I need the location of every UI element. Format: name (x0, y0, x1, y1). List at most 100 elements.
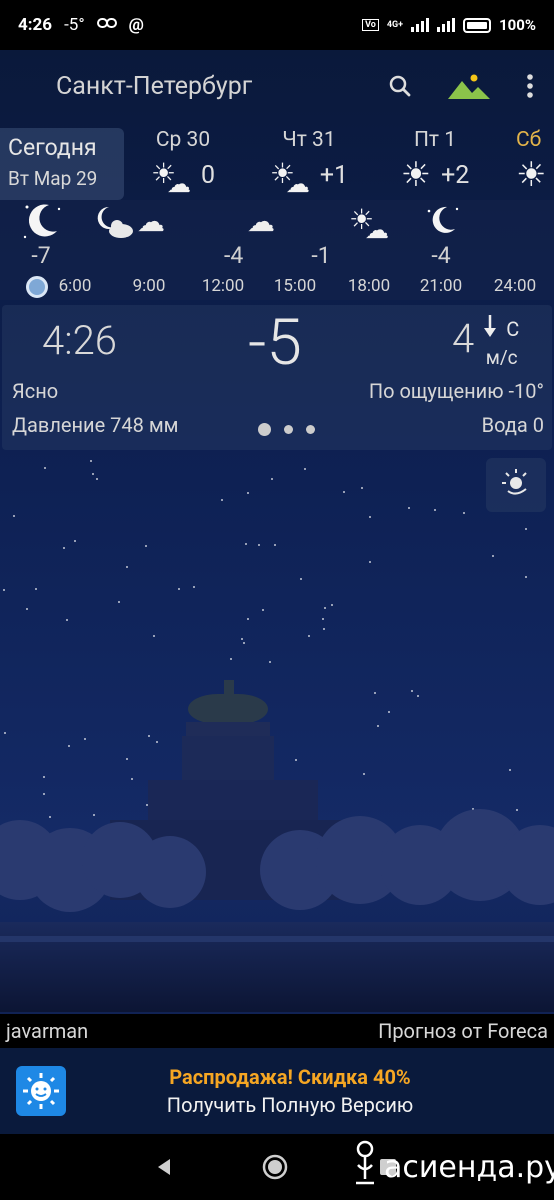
star (178, 588, 180, 590)
day-tabs: Сегодня Вт Мар 29 Ср 30 ☀ ☁ 0 Чт 31 ☀ ☁ +1… (0, 128, 554, 200)
hour-time: 18:00 (347, 276, 391, 296)
star (35, 588, 37, 590)
forecast-provider[interactable]: Прогноз от Foreca (378, 1019, 548, 1043)
wind-speed: 4 (452, 315, 475, 362)
star (126, 566, 128, 568)
day-temp: +2 (441, 160, 470, 190)
tab-day-thu[interactable]: Чт 31 ☀ ☁ +1 (254, 128, 364, 198)
tab-today[interactable]: Сегодня Вт Мар 29 (0, 128, 124, 200)
watermark: асиенда.ру (352, 1139, 554, 1195)
hour-time: 15:00 (273, 276, 317, 296)
link-icon (96, 17, 117, 33)
star (434, 509, 436, 511)
credits-bar: javarman Прогноз от Foreca (0, 1014, 554, 1048)
water-temp: Вода 0 (481, 413, 544, 437)
wind-unit: м/с (485, 346, 518, 369)
landscape-icon[interactable] (448, 73, 490, 99)
weather-screen: 4:26 -5° @ Vo 4G+ 100% Санкт-Петербург С… (0, 0, 554, 1200)
hour-temp: -7 (31, 242, 51, 269)
city-landscape-image (0, 680, 554, 1012)
current-conditions[interactable]: 4:26 -5 4 С м/с Ясно По ощущению -10° Да… (2, 305, 552, 450)
search-icon[interactable] (388, 74, 412, 98)
star (63, 547, 65, 549)
day-name: Чт 31 (282, 128, 336, 152)
home-icon[interactable] (262, 1154, 288, 1180)
star (118, 601, 120, 603)
star (193, 586, 195, 588)
at-sign-icon: @ (128, 15, 144, 35)
star (26, 608, 28, 610)
star (13, 515, 15, 517)
tab-day-wed[interactable]: Ср 30 ☀ ☁ 0 (128, 128, 238, 198)
volte-icon: Vo (362, 19, 379, 31)
hourly-forecast[interactable]: -7 ☁ -4 ☁ ☀ -1 ☀☁ -4 6 (0, 200, 554, 300)
star (324, 607, 326, 609)
current-time: 4:26 (42, 317, 117, 364)
promo-banner[interactable]: Распродажа! Скидка 40% Получить Полную В… (0, 1048, 554, 1134)
star (3, 589, 5, 591)
star (492, 555, 494, 557)
status-temp: -5° (64, 15, 85, 35)
moon-stars-icon (4, 200, 78, 242)
city-title[interactable]: Санкт-Петербург (56, 72, 252, 101)
sun-radar-icon (500, 467, 532, 503)
star (322, 618, 324, 620)
star (145, 545, 147, 547)
more-vert-icon[interactable] (526, 73, 534, 99)
hour-time: 6:00 (58, 276, 92, 296)
star (331, 604, 333, 606)
hour-item: ☁ -4 (114, 200, 243, 272)
sun-icon: ☀ (516, 155, 547, 192)
app-sun-icon (16, 1066, 66, 1116)
tab-day-sat[interactable]: Сб ☀ (516, 128, 554, 192)
battery-level: 100% (499, 16, 536, 34)
star (274, 544, 276, 546)
wind-arrow-icon (484, 315, 497, 342)
star (258, 544, 260, 546)
star (300, 578, 302, 580)
day-name: Пт 1 (413, 128, 457, 152)
star (90, 460, 92, 462)
feels-like: По ощущению -10° (368, 379, 544, 403)
star (463, 512, 465, 514)
sun-cloud-icon: ☀ ☁ (269, 157, 310, 198)
tab-day-fri[interactable]: Пт 1 ☀ +2 (380, 128, 490, 192)
watermark-logo-icon (352, 1139, 378, 1195)
status-bar: 4:26 -5° @ Vo 4G+ 100% (0, 0, 554, 50)
star (247, 492, 249, 494)
hour-temp (332, 242, 406, 272)
sun-cloud-icon: ☀ ☁ (150, 157, 191, 198)
promo-subtitle: Получить Полную Версию (166, 1093, 414, 1117)
hour-temp: -4 (224, 242, 244, 269)
radar-button[interactable] (486, 458, 546, 512)
wind-info: 4 С м/с (452, 315, 519, 369)
star (304, 468, 306, 470)
signal-icon-2 (437, 18, 456, 32)
current-temp: -5 (248, 305, 302, 380)
day-name: Ср 30 (155, 128, 211, 152)
star (74, 540, 76, 542)
wind-direction: С (506, 316, 520, 341)
star (308, 635, 310, 637)
current-time-marker (26, 276, 48, 298)
back-icon[interactable] (156, 1158, 172, 1176)
star (153, 635, 155, 637)
hour-time: 24:00 (493, 276, 537, 296)
star (525, 528, 527, 530)
star (243, 642, 245, 644)
star (245, 543, 247, 545)
star (343, 491, 345, 493)
star (361, 487, 363, 489)
star (221, 499, 223, 501)
hour-item: ☀ ☁ (332, 200, 406, 272)
page-indicator[interactable] (258, 423, 315, 436)
moon-stars-icon (404, 200, 478, 242)
sun-icon: ☀ (400, 155, 432, 195)
photo-author[interactable]: javarman (6, 1019, 88, 1043)
star (241, 638, 243, 640)
day-name: Сб (516, 128, 542, 152)
star (271, 478, 273, 480)
hour-temp: -4 (431, 242, 451, 269)
hour-item: -7 (4, 200, 78, 272)
hour-time: 9:00 (132, 276, 166, 296)
